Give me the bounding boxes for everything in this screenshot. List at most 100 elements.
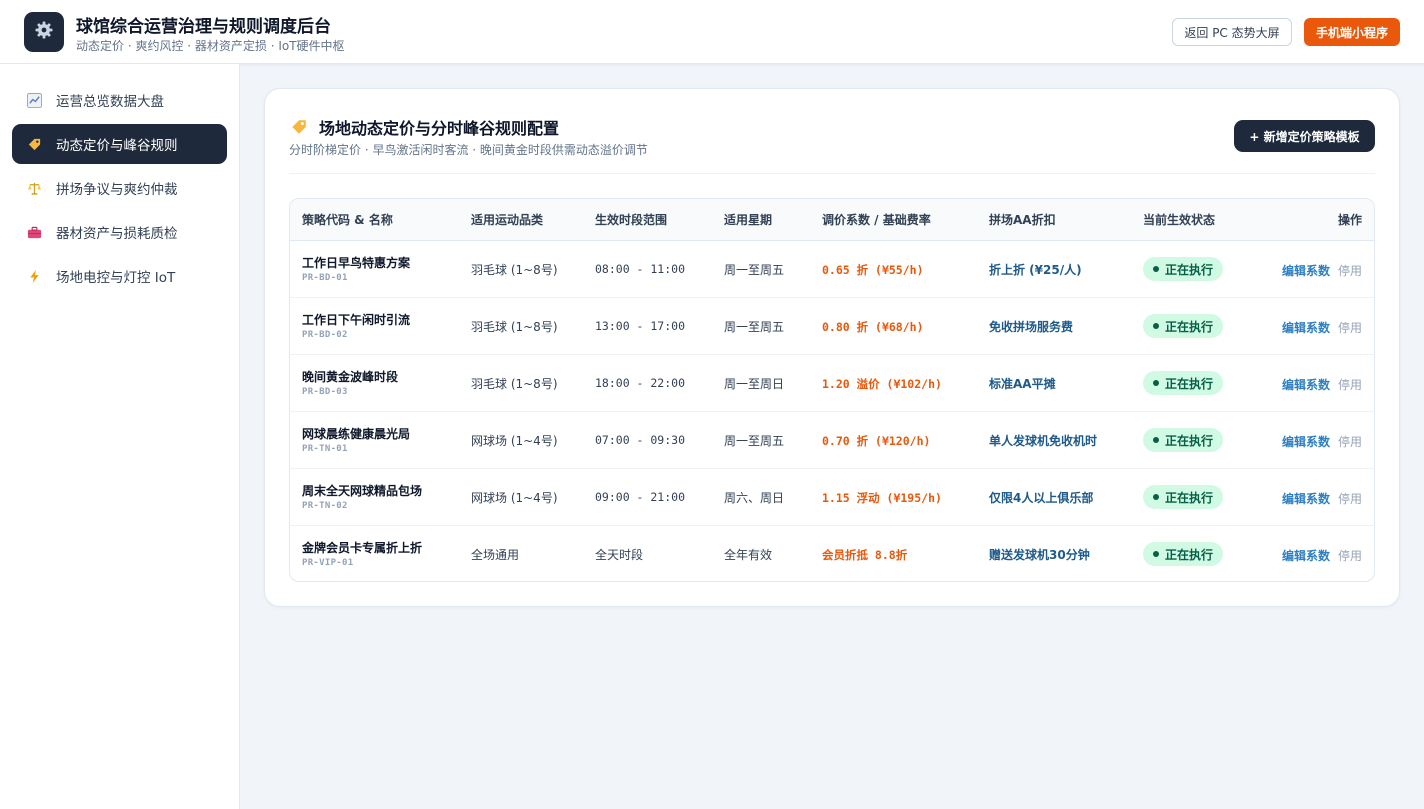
strategy-name: 晚间黄金波峰时段: [302, 370, 399, 384]
table-row: 晚间黄金波峰时段 PR-BD-03 羽毛球 (1~8号) 18:00 - 22:…: [290, 355, 1374, 412]
strategy-code: PR-BD-01: [302, 273, 348, 283]
sidebar-item-pricing[interactable]: 动态定价与峰谷规则: [12, 124, 227, 164]
back-to-dashboard-button[interactable]: 返回 PC 态势大屏: [1172, 18, 1292, 46]
pricing-rules-table: 策略代码 & 名称 适用运动品类 生效时段范围 适用星期 调价系数 / 基础费率…: [289, 198, 1375, 582]
disable-link[interactable]: 停用: [1338, 433, 1362, 450]
disable-link[interactable]: 停用: [1338, 490, 1362, 507]
rate: 0.80 折 (¥68/h): [822, 320, 924, 334]
status-badge: 正在执行: [1143, 542, 1224, 566]
disable-link[interactable]: 停用: [1338, 376, 1362, 393]
aa-discount: 单人发球机免收机时: [989, 434, 1098, 448]
time-range: 08:00 - 11:00: [595, 262, 686, 276]
status-dot: [1153, 494, 1159, 500]
strategy-code: PR-BD-02: [302, 330, 348, 340]
edit-coefficient-link[interactable]: 编辑系数: [1282, 547, 1330, 564]
aa-discount: 赠送发球机30分钟: [989, 548, 1090, 562]
sidebar: 运营总览数据大盘 动态定价与峰谷规则 拼场争议与爽约仲裁 器材资产与损耗质检 场…: [0, 64, 240, 809]
column-header: 适用运动品类: [471, 213, 544, 227]
add-pricing-template-button[interactable]: + 新增定价策略模板: [1234, 120, 1375, 152]
disable-link[interactable]: 停用: [1338, 547, 1362, 564]
rate: 1.20 溢价 (¥102/h): [822, 377, 942, 391]
column-header: 操作: [1338, 213, 1363, 227]
sidebar-item-arbitration[interactable]: 拼场争议与爽约仲裁: [12, 168, 227, 208]
strategy-name: 网球晨练健康晨光局: [302, 427, 411, 441]
status-text: 正在执行: [1165, 319, 1214, 334]
sport-category: 羽毛球 (1~8号): [471, 377, 558, 391]
strategy-name: 工作日下午闲时引流: [302, 313, 411, 327]
sidebar-item-equipment[interactable]: 器材资产与损耗质检: [12, 212, 227, 252]
weekdays: 周一至周五: [724, 434, 785, 448]
sidebar-item-overview[interactable]: 运营总览数据大盘: [12, 80, 227, 120]
edit-coefficient-link[interactable]: 编辑系数: [1282, 490, 1330, 507]
aa-discount: 免收拼场服务费: [989, 320, 1074, 334]
top-bar: 球馆综合运营治理与规则调度后台 动态定价 · 爽约风控 · 器材资产定损 · I…: [0, 0, 1424, 64]
table-row: 工作日下午闲时引流 PR-BD-02 羽毛球 (1~8号) 13:00 - 17…: [290, 298, 1374, 355]
strategy-name: 周末全天网球精品包场: [302, 484, 423, 498]
toolbox-icon: [26, 224, 42, 240]
column-header: 生效时段范围: [595, 213, 668, 227]
status-dot: [1153, 380, 1159, 386]
gear-icon: [34, 20, 54, 44]
pricing-rules-card: 场地动态定价与分时峰谷规则配置 分时阶梯定价 · 早鸟激活闲时客流 · 晚间黄金…: [264, 88, 1400, 607]
strategy-code: PR-VIP-01: [302, 558, 354, 568]
status-text: 正在执行: [1165, 547, 1214, 562]
rate: 1.15 浮动 (¥195/h): [822, 491, 942, 505]
table-header: 策略代码 & 名称 适用运动品类 生效时段范围 适用星期 调价系数 / 基础费率…: [290, 199, 1374, 241]
tag-icon: [289, 117, 309, 137]
app-subtitle: 动态定价 · 爽约风控 · 器材资产定损 · IoT硬件中枢: [76, 39, 345, 53]
sidebar-item-label: 动态定价与峰谷规则: [56, 138, 178, 154]
status-badge: 正在执行: [1143, 371, 1224, 395]
chart-icon: [26, 92, 42, 108]
edit-coefficient-link[interactable]: 编辑系数: [1282, 319, 1330, 336]
scales-icon: [26, 180, 42, 196]
status-dot: [1153, 266, 1159, 272]
edit-coefficient-link[interactable]: 编辑系数: [1282, 376, 1330, 393]
strategy-name: 工作日早鸟特惠方案: [302, 256, 411, 270]
table-row: 工作日早鸟特惠方案 PR-BD-01 羽毛球 (1~8号) 08:00 - 11…: [290, 241, 1374, 298]
disable-link[interactable]: 停用: [1338, 319, 1362, 336]
status-text: 正在执行: [1165, 262, 1214, 277]
sidebar-item-label: 拼场争议与爽约仲裁: [56, 182, 178, 198]
lightning-icon: [26, 268, 42, 284]
status-text: 正在执行: [1165, 376, 1214, 391]
mini-program-button[interactable]: 手机端小程序: [1304, 18, 1400, 46]
sidebar-item-label: 器材资产与损耗质检: [56, 226, 178, 242]
aa-discount: 标准AA平摊: [989, 377, 1056, 391]
status-dot: [1153, 551, 1159, 557]
table-row: 周末全天网球精品包场 PR-TN-02 网球场 (1~4号) 09:00 - 2…: [290, 469, 1374, 526]
time-range: 全天时段: [595, 548, 644, 562]
table-row: 金牌会员卡专属折上折 PR-VIP-01 全场通用 全天时段 全年有效 会员折抵…: [290, 526, 1374, 581]
sport-category: 全场通用: [471, 548, 520, 562]
sidebar-item-label: 运营总览数据大盘: [56, 94, 164, 110]
status-badge: 正在执行: [1143, 428, 1224, 452]
time-range: 07:00 - 09:30: [595, 433, 686, 447]
weekdays: 周一至周日: [724, 377, 785, 391]
page-title-text: 场地动态定价与分时峰谷规则配置: [319, 119, 560, 138]
status-badge: 正在执行: [1143, 485, 1224, 509]
divider: [289, 173, 1375, 174]
status-badge: 正在执行: [1143, 314, 1224, 338]
column-header: 拼场AA折扣: [989, 213, 1056, 227]
status-text: 正在执行: [1165, 490, 1214, 505]
edit-coefficient-link[interactable]: 编辑系数: [1282, 262, 1330, 279]
sidebar-item-label: 场地电控与灯控 IoT: [56, 270, 176, 286]
weekdays: 周六、周日: [724, 491, 785, 505]
status-badge: 正在执行: [1143, 257, 1224, 281]
aa-discount: 仅限4人以上俱乐部: [989, 491, 1094, 505]
status-text: 正在执行: [1165, 433, 1214, 448]
aa-discount: 折上折 (¥25/人): [989, 263, 1082, 277]
time-range: 13:00 - 17:00: [595, 319, 686, 333]
edit-coefficient-link[interactable]: 编辑系数: [1282, 433, 1330, 450]
column-header: 适用星期: [724, 213, 773, 227]
weekdays: 全年有效: [724, 548, 773, 562]
sport-category: 网球场 (1~4号): [471, 434, 558, 448]
disable-link[interactable]: 停用: [1338, 262, 1362, 279]
weekdays: 周一至周五: [724, 263, 785, 277]
strategy-code: PR-TN-02: [302, 501, 348, 511]
sidebar-item-iot[interactable]: 场地电控与灯控 IoT: [12, 256, 227, 296]
sport-category: 网球场 (1~4号): [471, 491, 558, 505]
app-title: 球馆综合运营治理与规则调度后台: [76, 17, 331, 37]
status-dot: [1153, 323, 1159, 329]
strategy-code: PR-TN-01: [302, 444, 348, 454]
sport-category: 羽毛球 (1~8号): [471, 320, 558, 334]
